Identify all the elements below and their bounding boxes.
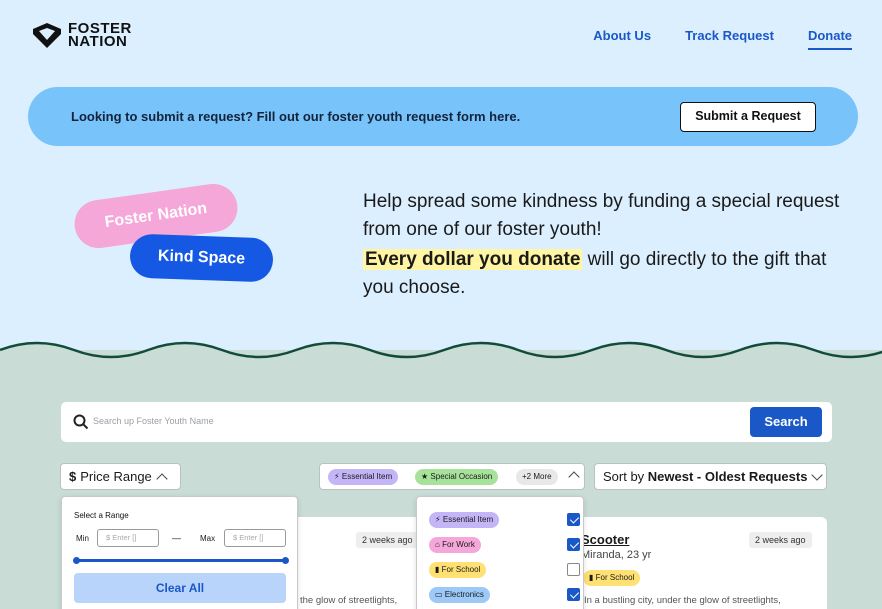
submit-request-button[interactable]: Submit a Request	[680, 102, 816, 132]
tag-option-checkbox[interactable]	[567, 538, 580, 551]
price-range-label: Price Range	[80, 469, 152, 484]
foster-nation-logo-icon	[33, 23, 61, 48]
nav-about-us[interactable]: About Us	[593, 28, 651, 50]
briefcase-icon: ⌂	[435, 540, 440, 549]
nav-donate[interactable]: Donate	[807, 28, 852, 50]
clear-all-button[interactable]: Clear All	[74, 573, 286, 603]
card-title[interactable]: Scooter	[581, 532, 629, 547]
sort-value: Newest - Oldest Requests	[647, 469, 808, 484]
logo[interactable]: FOSTER NATION	[30, 20, 132, 50]
tag-special-occasion[interactable]: ★ Special Occasion	[415, 469, 499, 485]
monitor-icon: ▭	[435, 590, 443, 599]
request-card[interactable]: Scooter Miranda, 23 yr ▮ For School 2 we…	[575, 517, 827, 609]
slider-max-handle[interactable]	[282, 557, 289, 564]
card-timestamp: 2 weeks ago	[356, 532, 419, 548]
max-price-input[interactable]: $ Enter []	[224, 529, 286, 547]
bolt-icon: ⚡	[334, 472, 340, 481]
price-range-panel: Select a Range Min $ Enter [] — Max $ En…	[61, 496, 298, 609]
chevron-down-icon	[811, 469, 824, 481]
sort-dropdown[interactable]: Sort by Newest - Oldest Requests	[594, 463, 827, 490]
search-icon	[73, 414, 89, 430]
hero-highlight: Every dollar you donate	[363, 249, 583, 270]
card-snippet: In a bustling city, under the glow of st…	[584, 595, 781, 606]
chevron-up-icon	[156, 473, 168, 485]
card-timestamp: 2 weeks ago	[749, 532, 812, 548]
book-icon: ▮	[589, 573, 594, 582]
card-subtitle: Miranda, 23 yr	[581, 549, 652, 561]
kind-space-pill: Kind Space	[129, 233, 274, 283]
book-icon: ▮	[435, 565, 440, 574]
slider-min-handle[interactable]	[73, 557, 80, 564]
tag-option-checkbox[interactable]	[567, 588, 580, 601]
bolt-icon: ⚡	[435, 515, 441, 524]
chevron-up-icon[interactable]	[568, 471, 580, 483]
request-banner: Looking to submit a request? Fill out ou…	[28, 87, 858, 146]
price-range-button[interactable]: $ Price Range	[60, 463, 181, 490]
dollar-icon: $	[69, 469, 77, 484]
range-dash: —	[172, 533, 181, 543]
search-input[interactable]: Search up Foster Youth Name	[93, 416, 214, 426]
tag-option-checkbox[interactable]	[567, 513, 580, 526]
card-snippet: the glow of streetlights,	[300, 595, 398, 606]
star-icon: ★	[421, 472, 429, 481]
logo-text-line2: NATION	[68, 33, 128, 50]
tag-option-checkbox[interactable]	[567, 563, 580, 576]
hero-line-1: Help spread some kindness by funding a s…	[363, 191, 840, 240]
card-tag-for-school: ▮ For School	[583, 570, 641, 586]
tag-more[interactable]: +2 More	[516, 469, 558, 485]
tag-options-panel: ⚡ Essential Item ⌂ For Work ▮ For School…	[416, 496, 584, 609]
tag-essential-item[interactable]: ⚡ Essential Item	[328, 469, 399, 485]
main-nav: About Us Track Request Donate	[593, 28, 852, 50]
tag-filter[interactable]: ⚡ Essential Item ★ Special Occasion +2 M…	[319, 463, 585, 490]
top-navigation: FOSTER NATION About Us Track Request Don…	[0, 0, 882, 75]
hero-text: Help spread some kindness by funding a s…	[363, 188, 843, 302]
banner-text: Looking to submit a request? Fill out ou…	[71, 109, 521, 124]
price-panel-title: Select a Range	[74, 511, 129, 520]
wave-divider	[0, 341, 882, 364]
min-price-input[interactable]: $ Enter []	[97, 529, 159, 547]
min-label: Min	[76, 534, 89, 543]
search-bar: Search up Foster Youth Name Search	[61, 402, 832, 442]
price-slider[interactable]	[73, 557, 289, 564]
nav-track-request[interactable]: Track Request	[685, 28, 774, 50]
search-button[interactable]: Search	[750, 407, 822, 437]
max-label: Max	[200, 534, 216, 543]
